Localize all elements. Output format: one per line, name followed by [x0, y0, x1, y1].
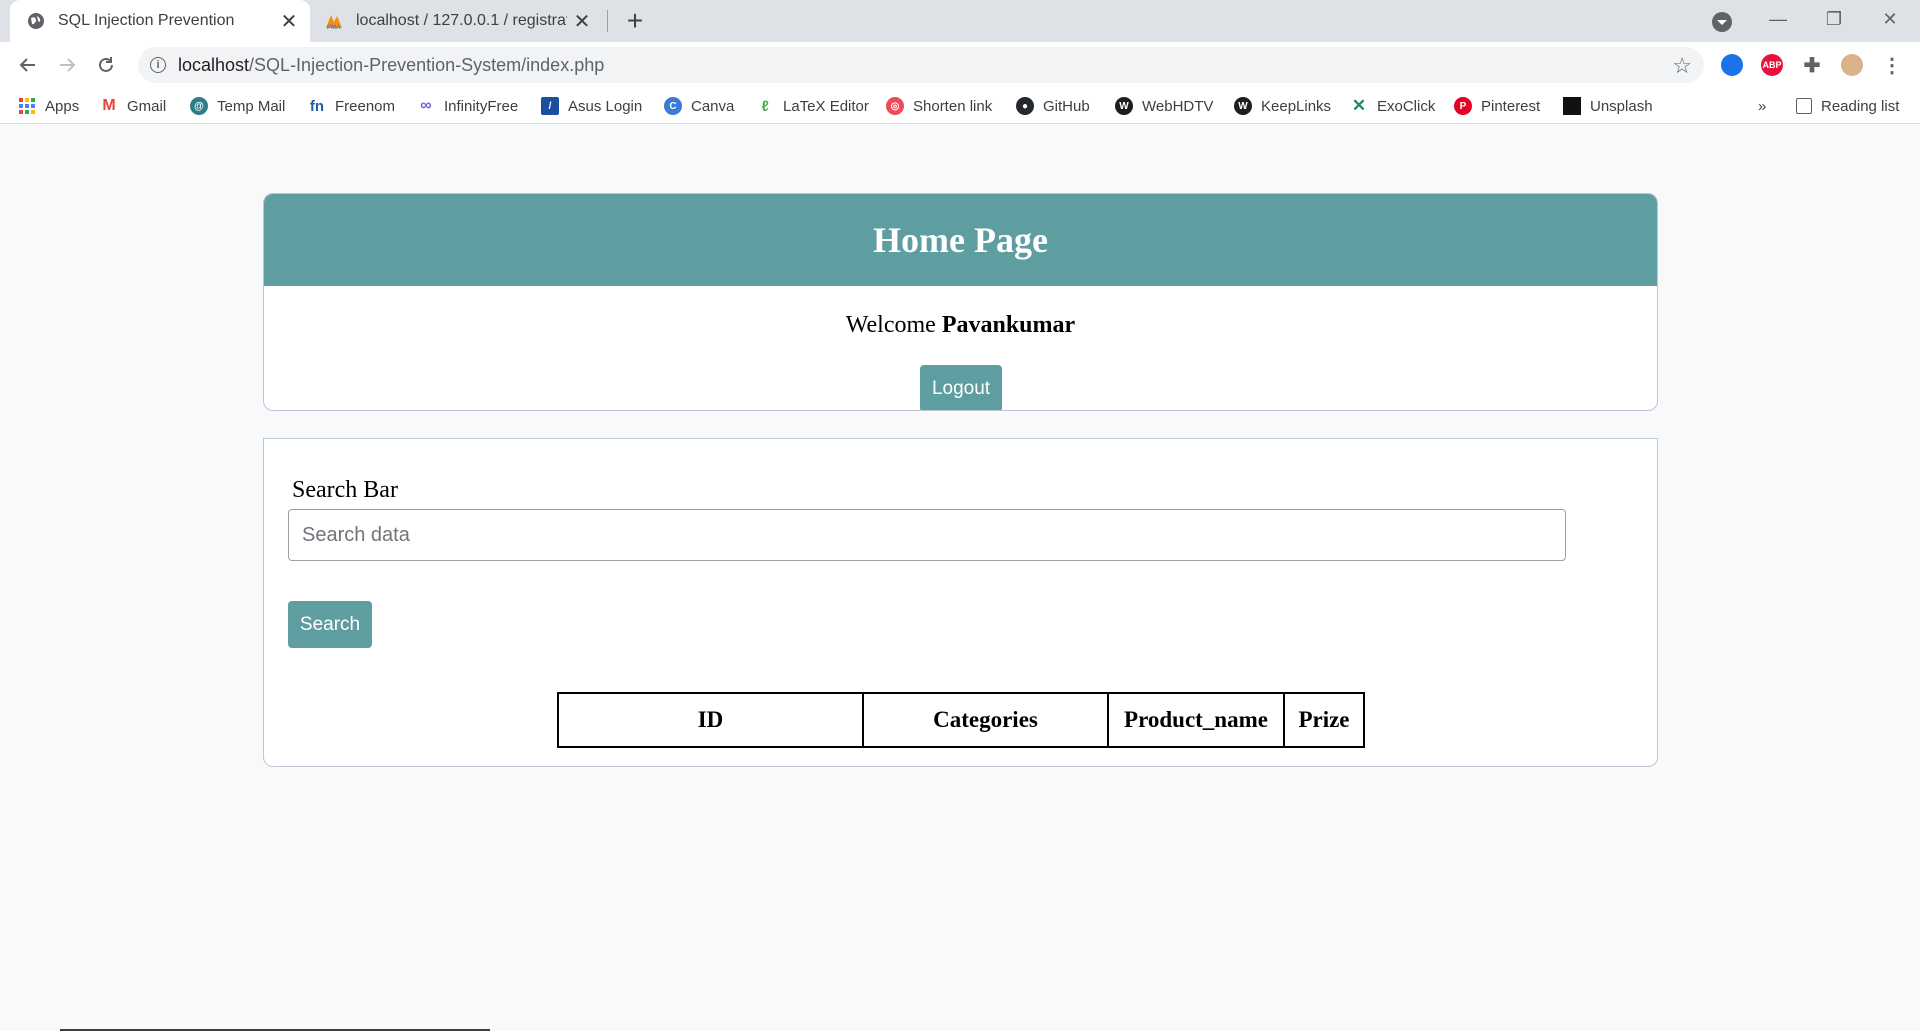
- bookmark-pinterest[interactable]: P Pinterest: [1454, 96, 1540, 116]
- table-header-row: ID Categories Product_name Prize: [557, 692, 1365, 748]
- minimize-icon[interactable]: —: [1750, 0, 1806, 38]
- site-info-icon[interactable]: i: [150, 57, 166, 73]
- search-label: Search Bar: [292, 477, 398, 503]
- globe-icon: [26, 11, 46, 31]
- menu-kebab-icon[interactable]: ⋮: [1881, 54, 1903, 77]
- window-close-icon[interactable]: ✕: [1862, 0, 1918, 38]
- column-header-id: ID: [557, 692, 864, 748]
- freenom-icon: fn: [309, 97, 325, 115]
- tab-separator: [607, 10, 608, 32]
- column-header-categories: Categories: [862, 692, 1109, 748]
- bookmark-label: Gmail: [127, 97, 167, 115]
- back-icon[interactable]: [12, 49, 44, 81]
- results-table: ID Categories Product_name Prize: [557, 692, 1365, 748]
- logout-button[interactable]: Logout: [920, 365, 1002, 410]
- forward-icon[interactable]: [51, 49, 83, 81]
- bookmark-freenom[interactable]: fn Freenom: [308, 96, 395, 116]
- tab-title: SQL Injection Prevention: [58, 12, 235, 29]
- bookmark-gmail[interactable]: M Gmail: [100, 96, 166, 116]
- welcome-prefix: Welcome: [845, 312, 936, 338]
- temp-mail-icon: @: [190, 97, 208, 115]
- github-icon: ●: [1016, 97, 1034, 115]
- bookmark-asus-login[interactable]: / Asus Login: [541, 96, 642, 116]
- tab-title: localhost / 127.0.0.1 / registration: [356, 12, 567, 29]
- bookmark-webhdtv[interactable]: W WebHDTV: [1115, 96, 1213, 116]
- bookmark-github[interactable]: ● GitHub: [1016, 96, 1090, 116]
- close-tab-icon[interactable]: ✕: [274, 6, 304, 36]
- adblock-plus-icon[interactable]: ABP: [1761, 54, 1783, 76]
- bookmark-temp-mail[interactable]: @ Temp Mail: [190, 96, 285, 116]
- bookmark-apps[interactable]: Apps: [18, 96, 79, 116]
- bookmark-exoclick[interactable]: ✕ ExoClick: [1350, 96, 1435, 116]
- bookmark-label: WebHDTV: [1142, 97, 1214, 115]
- infinity-icon: ∞: [420, 97, 432, 114]
- address-bar[interactable]: i localhost/SQL-Injection-Prevention-Sys…: [138, 47, 1704, 83]
- welcome-message: Welcome Pavankumar: [264, 312, 1657, 339]
- bookmark-label: Canva: [691, 97, 735, 115]
- bookmark-label: LaTeX Editor: [783, 97, 869, 115]
- tab-search-icon[interactable]: [1712, 12, 1732, 32]
- search-card: Search Bar Search ID Categories Product_…: [263, 438, 1658, 767]
- reading-list-label: Reading list: [1821, 97, 1900, 115]
- more-bookmarks-icon[interactable]: »: [1758, 96, 1766, 116]
- page-content: Home Page Welcome Pavankumar Logout Sear…: [0, 125, 1920, 1031]
- bookmark-label: Unsplash: [1590, 97, 1653, 115]
- bookmark-label: InfinityFree: [444, 97, 519, 115]
- bookmarks-bar: Apps M Gmail @ Temp Mail fn Freenom ∞ In…: [0, 88, 1920, 124]
- bookmark-label: Shorten link: [913, 97, 993, 115]
- bookmark-label: Asus Login: [568, 97, 643, 115]
- reading-list-icon: [1796, 98, 1812, 114]
- home-card: Home Page Welcome Pavankumar Logout: [263, 193, 1658, 411]
- bookmark-infinityfree[interactable]: ∞ InfinityFree: [417, 96, 518, 116]
- tab-sql-injection-prevention[interactable]: SQL Injection Prevention ✕: [10, 0, 310, 42]
- shorten-icon: ◎: [886, 97, 904, 115]
- bookmark-unsplash[interactable]: Unsplash: [1563, 96, 1653, 116]
- bookmark-label: Temp Mail: [217, 97, 286, 115]
- bookmark-label: KeepLinks: [1261, 97, 1332, 115]
- wordpress-icon: W: [1234, 97, 1252, 115]
- bookmark-label: ExoClick: [1377, 97, 1436, 115]
- pinterest-icon: P: [1454, 97, 1472, 115]
- bookmark-label: Apps: [45, 97, 80, 115]
- bookmark-label: Pinterest: [1481, 97, 1541, 115]
- url-text[interactable]: localhost/SQL-Injection-Prevention-Syste…: [178, 55, 604, 76]
- reload-icon[interactable]: [90, 49, 122, 81]
- column-header-product-name: Product_name: [1107, 692, 1285, 748]
- tab-phpmyadmin[interactable]: PMA localhost / 127.0.0.1 / registration…: [318, 0, 603, 42]
- page-title: Home Page: [873, 220, 1048, 260]
- svg-text:PMA: PMA: [327, 25, 341, 30]
- search-button[interactable]: Search: [288, 601, 372, 648]
- gmail-icon: M: [102, 97, 116, 114]
- bookmark-shorten-link[interactable]: ◎ Shorten link: [886, 96, 992, 116]
- bookmark-keeplinks[interactable]: W KeepLinks: [1234, 96, 1331, 116]
- extensions-puzzle-icon[interactable]: ✚: [1801, 54, 1823, 77]
- page-banner: Home Page: [264, 194, 1657, 286]
- search-input[interactable]: [288, 509, 1566, 561]
- bookmark-latex-editor[interactable]: ℓ LaTeX Editor: [756, 96, 869, 116]
- bookmark-canva[interactable]: C Canva: [664, 96, 734, 116]
- unsplash-icon: [1563, 97, 1581, 115]
- profile-avatar[interactable]: [1841, 54, 1863, 76]
- browser-toolbar: i localhost/SQL-Injection-Prevention-Sys…: [0, 42, 1920, 88]
- apps-grid-icon: [18, 97, 36, 115]
- username: Pavankumar: [941, 312, 1076, 338]
- canva-icon: C: [664, 97, 682, 115]
- reading-list[interactable]: Reading list: [1796, 96, 1899, 116]
- wordpress-icon: W: [1115, 97, 1133, 115]
- bookmark-label: Freenom: [335, 97, 396, 115]
- latex-icon: ℓ: [761, 97, 769, 115]
- close-tab-icon[interactable]: ✕: [567, 6, 597, 36]
- asus-icon: /: [541, 97, 559, 115]
- exoclick-icon: ✕: [1351, 96, 1367, 115]
- column-header-prize: Prize: [1283, 692, 1365, 748]
- bookmark-label: GitHub: [1043, 97, 1090, 115]
- tab-strip: SQL Injection Prevention ✕ PMA localhost…: [0, 0, 1920, 42]
- bookmark-star-icon[interactable]: ☆: [1672, 53, 1692, 79]
- phpmyadmin-icon: PMA: [324, 11, 344, 31]
- extension-blue-icon[interactable]: [1721, 54, 1743, 76]
- restore-icon[interactable]: ❐: [1806, 0, 1862, 38]
- new-tab-icon[interactable]: +: [620, 5, 650, 36]
